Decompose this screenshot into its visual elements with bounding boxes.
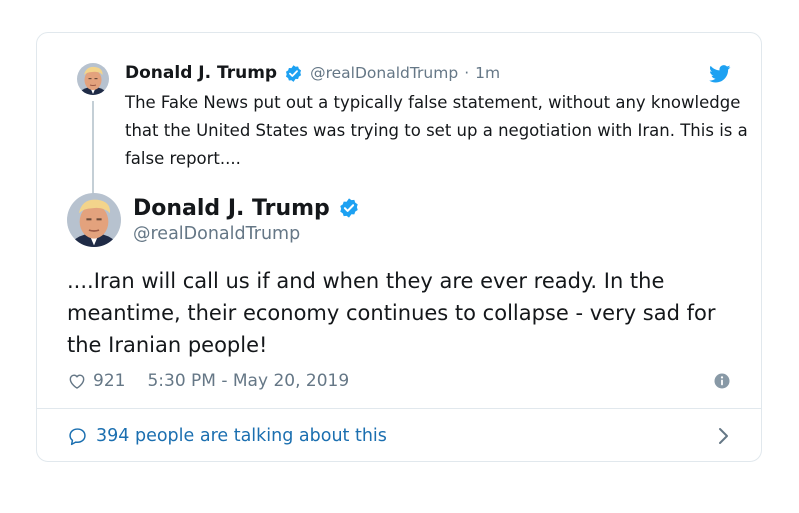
avatar[interactable] — [67, 193, 121, 247]
author-handle[interactable]: @realDonaldTrump — [310, 64, 458, 82]
like-count[interactable]: 921 — [93, 371, 125, 391]
parent-tweet-header: Donald J. Trump @realDonaldTrump · 1m — [125, 61, 725, 85]
author-name[interactable]: Donald J. Trump — [133, 196, 330, 221]
tweet-meta: 921 5:30 PM - May 20, 2019 — [67, 367, 731, 395]
main-tweet-header: Donald J. Trump @realDonaldTrump — [67, 193, 567, 249]
author-handle[interactable]: @realDonaldTrump — [133, 224, 360, 244]
verified-badge-icon — [286, 64, 302, 82]
avatar-image — [77, 63, 109, 95]
reply-bubble-icon — [69, 427, 86, 445]
author-name[interactable]: Donald J. Trump — [125, 63, 277, 83]
conversation-label: 394 people are talking about this — [96, 426, 387, 446]
conversation-link[interactable]: 394 people are talking about this — [67, 409, 731, 463]
avatar-image — [67, 193, 121, 247]
info-icon[interactable] — [713, 372, 731, 390]
heart-icon[interactable] — [67, 371, 87, 391]
tweet-timestamp[interactable]: 5:30 PM - May 20, 2019 — [147, 371, 349, 391]
main-tweet-text: ....Iran will call us if and when they a… — [67, 269, 716, 357]
parent-tweet-body: Donald J. Trump @realDonaldTrump · 1m Th… — [125, 61, 748, 173]
separator-dot: · — [464, 64, 470, 82]
chevron-right-icon — [719, 428, 728, 444]
avatar[interactable] — [77, 63, 109, 95]
verified-badge-icon — [340, 198, 358, 218]
tweet-embed-card: Donald J. Trump @realDonaldTrump · 1m Th… — [36, 32, 762, 462]
main-author-info: Donald J. Trump @realDonaldTrump — [133, 193, 360, 244]
parent-tweet-text: The Fake News put out a typically false … — [125, 93, 748, 168]
main-name-row: Donald J. Trump — [133, 193, 360, 223]
tweet-time[interactable]: 1m — [475, 64, 500, 82]
